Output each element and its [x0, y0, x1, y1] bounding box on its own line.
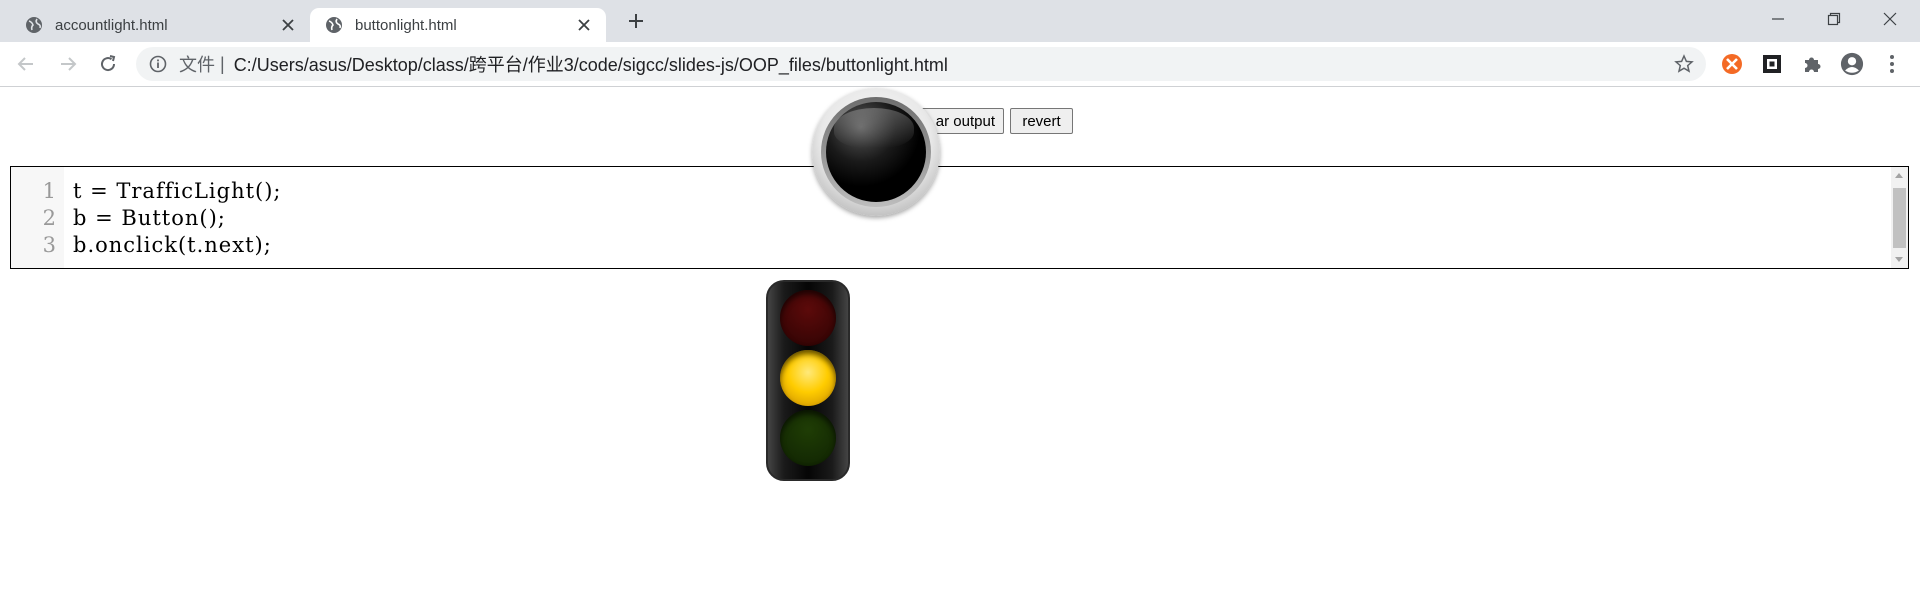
new-tab-button[interactable] — [624, 9, 648, 33]
info-icon[interactable] — [149, 55, 167, 73]
menu-icon — [1890, 55, 1894, 73]
security-label: 文件 — [179, 55, 215, 75]
extensions-button[interactable] — [1800, 52, 1824, 76]
square-extension-icon — [1763, 55, 1781, 73]
menu-button[interactable] — [1880, 52, 1904, 76]
line-number: 2 — [42, 206, 56, 230]
orange-extension-icon — [1722, 54, 1742, 74]
green-lamp — [780, 410, 836, 466]
close-window-button[interactable] — [1862, 0, 1918, 38]
revert-label: revert — [1022, 112, 1061, 130]
close-tab-icon[interactable] — [278, 15, 298, 35]
address-bar[interactable]: 文件 | C:/Users/asus/Desktop/class/跨平台/作业3… — [136, 47, 1706, 81]
restore-icon — [1827, 12, 1841, 26]
arrow-right-icon — [61, 57, 77, 71]
square-extension-button[interactable] — [1760, 52, 1784, 76]
revert-button[interactable]: revert — [1010, 108, 1073, 134]
tab-title: buttonlight.html — [355, 16, 457, 34]
yellow-lamp — [780, 350, 836, 406]
line-number-gutter: 1 2 3 — [11, 167, 64, 268]
reload-icon — [101, 55, 116, 72]
browser-toolbar: 文件 | C:/Users/asus/Desktop/class/跨平台/作业3… — [0, 42, 1920, 87]
traffic-light — [766, 280, 850, 481]
scroll-up-arrow-icon[interactable] — [1895, 173, 1903, 178]
scrollbar-thumb[interactable] — [1893, 188, 1906, 248]
tab-buttonlight[interactable]: buttonlight.html — [310, 8, 606, 42]
address-separator: | — [220, 53, 225, 74]
push-button-face — [826, 102, 926, 202]
round-push-button[interactable] — [812, 88, 940, 216]
globe-icon — [26, 17, 42, 33]
reload-button[interactable] — [94, 50, 122, 78]
code-line[interactable]: b = Button(); — [73, 206, 226, 230]
plus-icon — [629, 14, 643, 28]
url-text[interactable]: C:/Users/asus/Desktop/class/跨平台/作业3/code… — [234, 51, 948, 77]
code-line[interactable]: t = TrafficLight(); — [73, 179, 282, 203]
tab-title: accountlight.html — [55, 16, 168, 34]
scroll-down-arrow-icon[interactable] — [1895, 257, 1903, 262]
restore-button[interactable] — [1806, 0, 1862, 38]
orange-extension-button[interactable] — [1720, 52, 1744, 76]
close-tab-icon[interactable] — [574, 15, 594, 35]
close-icon — [1883, 12, 1897, 26]
globe-icon — [326, 17, 342, 33]
tab-accountlight[interactable]: accountlight.html — [10, 8, 310, 42]
line-number: 3 — [42, 233, 56, 257]
minimize-icon — [1772, 18, 1784, 20]
star-icon[interactable] — [1674, 54, 1694, 74]
back-button[interactable] — [12, 50, 40, 78]
tab-strip: accountlight.html buttonlight.html — [0, 0, 1920, 42]
line-number: 1 — [42, 179, 56, 203]
profile-icon — [1840, 52, 1864, 76]
minimize-button[interactable] — [1750, 0, 1806, 38]
profile-button[interactable] — [1840, 52, 1864, 76]
code-line[interactable]: b.onclick(t.next); — [73, 233, 272, 257]
code-editor[interactable]: 1 2 3 t = TrafficLight(); b = Button(); … — [10, 166, 1909, 269]
editor-scrollbar[interactable] — [1891, 167, 1908, 268]
forward-button[interactable] — [54, 50, 82, 78]
red-lamp — [780, 290, 836, 346]
arrow-left-icon — [17, 57, 33, 71]
clear-output-label: ar output — [935, 112, 995, 130]
puzzle-icon — [1805, 57, 1821, 72]
